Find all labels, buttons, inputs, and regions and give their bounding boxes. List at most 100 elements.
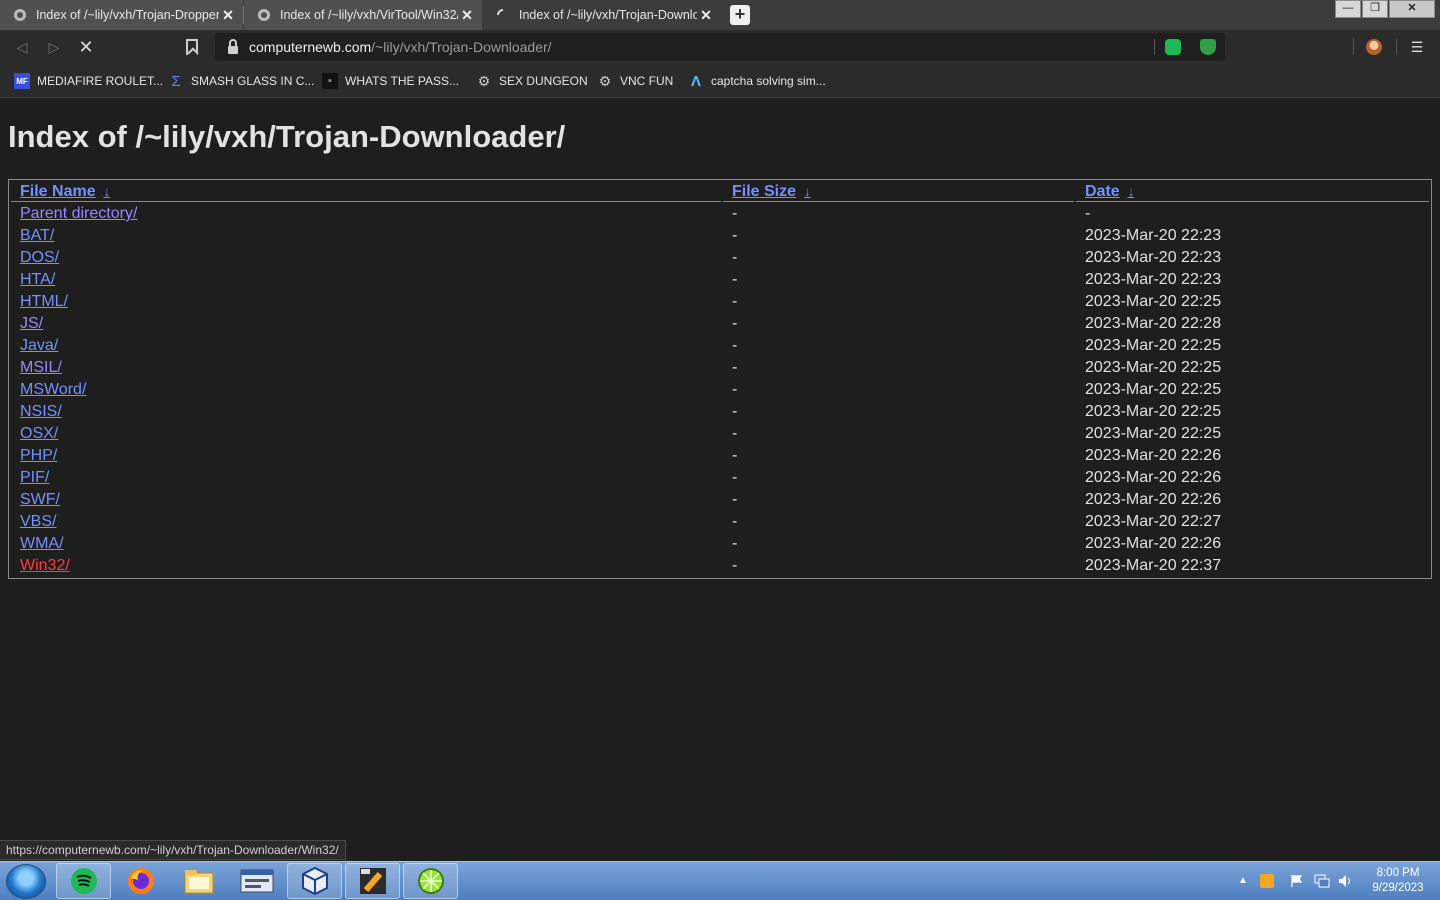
action-center-flag-icon[interactable] (1290, 874, 1304, 888)
directory-link[interactable]: Java/ (20, 337, 58, 354)
table-row: Win32/ - 2023-Mar-20 22:37 (11, 556, 1429, 576)
file-name-cell: OSX/ (11, 424, 721, 444)
directory-link[interactable]: OSX/ (20, 425, 58, 442)
clock-date: 9/29/2023 (1372, 882, 1424, 894)
window-close-button[interactable]: ✕ (1389, 0, 1435, 18)
system-clock[interactable]: 8:00 PM 9/29/2023 (1360, 866, 1436, 896)
forward-button[interactable]: ▷ (43, 36, 65, 58)
file-name-cell: Java/ (11, 336, 721, 356)
lime-app-icon[interactable] (403, 863, 458, 899)
shield-extension-icon[interactable] (1200, 39, 1216, 55)
menu-icon[interactable]: ☰ (1409, 39, 1425, 55)
page-title: Index of /~lily/vxh/Trojan-Downloader/ (8, 119, 566, 154)
tab-close-icon[interactable]: ✕ (697, 7, 715, 24)
table-row: MSIL/ - 2023-Mar-20 22:25 (11, 358, 1429, 378)
table-row: MSWord/ - 2023-Mar-20 22:25 (11, 380, 1429, 400)
file-name-cell: HTML/ (11, 292, 721, 312)
sort-by-name-link[interactable]: File Name (20, 183, 96, 200)
bookmark-smash-glass[interactable]: Σ SMASH GLASS IN C... (168, 71, 314, 91)
bookmark-sex-dungeon[interactable]: ⚙ SEX DUNGEON (476, 71, 588, 91)
parent-directory-link[interactable]: Parent directory/ (20, 205, 137, 222)
bookmark-page-icon[interactable] (186, 39, 198, 55)
toolbar-divider (1396, 39, 1397, 55)
browser-toolbar: ◁ ▷ ✕ computernewb.com /~lily/vxh/Trojan… (0, 30, 1440, 64)
directory-link[interactable]: SWF/ (20, 491, 60, 508)
file-size-cell: - (732, 535, 738, 552)
bookmark-captcha-solving[interactable]: Λ captcha solving sim... (688, 71, 826, 91)
spotify-icon[interactable] (56, 863, 111, 899)
spotify-extension-icon[interactable] (1165, 39, 1181, 55)
sort-arrow-icon[interactable]: ↓ (1128, 184, 1135, 199)
directory-link[interactable]: HTML/ (20, 293, 68, 310)
lock-icon[interactable] (228, 39, 238, 54)
tray-app-icon[interactable] (1260, 874, 1274, 888)
directory-link[interactable]: VBS/ (20, 513, 56, 530)
directory-link[interactable]: BAT/ (20, 227, 54, 244)
directory-link[interactable]: PHP/ (20, 447, 57, 464)
directory-link[interactable]: MSIL/ (20, 359, 62, 376)
start-button[interactable] (6, 864, 46, 899)
file-name-cell: HTA/ (11, 270, 721, 290)
directory-link[interactable]: MSWord/ (20, 381, 86, 398)
file-name-cell: PIF/ (11, 468, 721, 488)
bookmark-label: MEDIAFIRE ROULET... (37, 74, 164, 88)
date-cell: 2023-Mar-20 22:37 (1085, 557, 1222, 574)
table-row: VBS/ - 2023-Mar-20 22:27 (11, 512, 1429, 532)
date-cell: 2023-Mar-20 22:25 (1085, 381, 1222, 398)
bookmark-whats-the-pass[interactable]: ▪ WHATS THE PASS... (322, 71, 459, 91)
table-row: SWF/ - 2023-Mar-20 22:26 (11, 490, 1429, 510)
sort-arrow-icon[interactable]: ↓ (104, 184, 111, 199)
bookmark-mediafire-roulette[interactable]: MF MEDIAFIRE ROULET... (14, 71, 163, 91)
column-header-size: File Size ↓ (723, 182, 1074, 202)
back-button[interactable]: ◁ (11, 36, 33, 58)
address-bar[interactable]: computernewb.com /~lily/vxh/Trojan-Downl… (215, 33, 1225, 61)
sort-by-size-link[interactable]: File Size (732, 183, 796, 200)
tab-virtool-win32[interactable]: Index of /~lily/vxh/VirTool/Win32/ ✕ (244, 0, 482, 30)
file-size-cell: - (732, 447, 738, 464)
virtualbox-icon[interactable] (287, 863, 342, 899)
tab-title: Index of /~lily/vxh/Trojan-Dropper (36, 8, 219, 22)
firefox-icon[interactable] (113, 863, 168, 899)
tab-trojan-dropper[interactable]: Index of /~lily/vxh/Trojan-Dropper ✕ (0, 0, 243, 30)
column-header-name: File Name ↓ (11, 182, 721, 202)
maximize-button[interactable]: ❐ (1362, 0, 1388, 18)
directory-link[interactable]: JS/ (20, 315, 43, 332)
vm-tool-icon[interactable] (345, 863, 400, 899)
bookmarks-bar: MF MEDIAFIRE ROULET... Σ SMASH GLASS IN … (0, 64, 1440, 98)
tab-close-icon[interactable]: ✕ (458, 7, 476, 24)
file-size-cell: - (732, 425, 738, 442)
directory-link[interactable]: Win32/ (20, 557, 70, 574)
sort-by-date-link[interactable]: Date (1085, 183, 1120, 200)
bookmark-vnc-fun[interactable]: ⚙ VNC FUN (597, 71, 674, 91)
page-favicon-icon (256, 7, 272, 23)
bookmark-label: SMASH GLASS IN C... (191, 74, 315, 88)
table-row: JS/ - 2023-Mar-20 22:28 (11, 314, 1429, 334)
directory-link[interactable]: WMA/ (20, 535, 64, 552)
sort-arrow-icon[interactable]: ↓ (804, 184, 811, 199)
directory-link[interactable]: HTA/ (20, 271, 55, 288)
directory-link[interactable]: DOS/ (20, 249, 59, 266)
tab-close-icon[interactable]: ✕ (219, 7, 237, 24)
stop-loading-button[interactable]: ✕ (75, 36, 97, 58)
table-header-row: File Name ↓ File Size ↓ Date ↓ (11, 182, 1429, 202)
date-cell: 2023-Mar-20 22:23 (1085, 227, 1222, 244)
table-row: WMA/ - 2023-Mar-20 22:26 (11, 534, 1429, 554)
window-app-icon[interactable] (229, 863, 284, 899)
profile-avatar-icon[interactable] (1366, 39, 1382, 55)
bookmark-label: VNC FUN (620, 74, 674, 88)
show-hidden-icons-icon[interactable]: ▲ (1238, 874, 1252, 888)
directory-link[interactable]: PIF/ (20, 469, 49, 486)
sigma-icon: Σ (171, 72, 181, 90)
network-icon[interactable] (1314, 874, 1330, 888)
file-explorer-icon[interactable] (171, 863, 226, 899)
table-row: PIF/ - 2023-Mar-20 22:26 (11, 468, 1429, 488)
new-tab-button[interactable]: + (730, 5, 750, 25)
file-size-cell: - (732, 315, 738, 332)
directory-link[interactable]: NSIS/ (20, 403, 62, 420)
date-cell: 2023-Mar-20 22:25 (1085, 359, 1222, 376)
minimize-button[interactable]: — (1335, 0, 1361, 18)
file-size-cell: - (732, 205, 738, 222)
table-row: HTA/ - 2023-Mar-20 22:23 (11, 270, 1429, 290)
tab-trojan-downloader[interactable]: Index of /~lily/vxh/Trojan-Downlo ✕ (483, 0, 721, 30)
volume-icon[interactable] (1338, 874, 1352, 888)
